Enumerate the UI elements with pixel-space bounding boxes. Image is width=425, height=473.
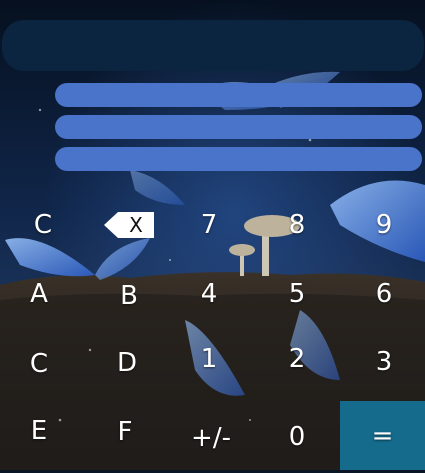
hex-b-button[interactable]: B [86, 261, 172, 331]
hex-b-label: B [120, 281, 138, 311]
backspace-icon: X [104, 212, 154, 238]
digit-3-button[interactable]: 3 [341, 327, 425, 397]
digit-8-button[interactable]: 8 [254, 190, 340, 260]
clear-button[interactable]: C [0, 190, 86, 260]
digit-7-button[interactable]: 7 [166, 190, 252, 260]
sign-toggle-button[interactable]: +/- [168, 403, 254, 473]
memory-line-3 [55, 147, 422, 171]
digit-3-label: 3 [375, 347, 393, 377]
sign-toggle-label: +/- [191, 423, 231, 453]
digit-9-label: 9 [375, 210, 393, 240]
equals-button[interactable]: = [340, 401, 425, 470]
hex-e-button[interactable]: E [0, 396, 82, 466]
digit-9-button[interactable]: 9 [341, 190, 425, 260]
digit-6-label: 6 [375, 279, 393, 309]
digit-5-button[interactable]: 5 [254, 259, 340, 329]
digit-4-button[interactable]: 4 [166, 259, 252, 329]
hex-e-label: E [30, 416, 48, 446]
digit-1-button[interactable]: 1 [166, 324, 252, 394]
backspace-button[interactable]: X [86, 190, 172, 260]
digit-6-button[interactable]: 6 [341, 259, 425, 329]
keypad: C X 7 8 9 A B 4 5 6 C D 1 2 3 E F +/- 0 … [0, 190, 425, 470]
hex-c-label: C [29, 349, 49, 379]
equals-label: = [371, 420, 394, 451]
digit-7-label: 7 [200, 210, 218, 240]
digit-8-label: 8 [288, 210, 306, 240]
backspace-icon-label: X [118, 212, 154, 238]
digit-2-button[interactable]: 2 [254, 324, 340, 394]
digit-0-button[interactable]: 0 [254, 402, 340, 472]
digit-5-label: 5 [288, 279, 306, 309]
hex-c-button[interactable]: C [0, 329, 82, 399]
hex-a-button[interactable]: A [0, 259, 82, 329]
hex-a-label: A [30, 279, 48, 309]
clear-button-label: C [33, 210, 53, 240]
digit-2-label: 2 [288, 344, 306, 374]
memory-line-1 [55, 83, 422, 107]
hex-d-button[interactable]: D [84, 328, 170, 398]
digit-1-label: 1 [200, 344, 218, 374]
result-display [2, 20, 424, 71]
hex-d-label: D [116, 348, 138, 378]
hex-f-label: F [117, 417, 133, 447]
hex-f-button[interactable]: F [82, 397, 168, 467]
memory-line-2 [55, 115, 422, 139]
digit-0-label: 0 [288, 422, 306, 452]
digit-4-label: 4 [200, 279, 218, 309]
